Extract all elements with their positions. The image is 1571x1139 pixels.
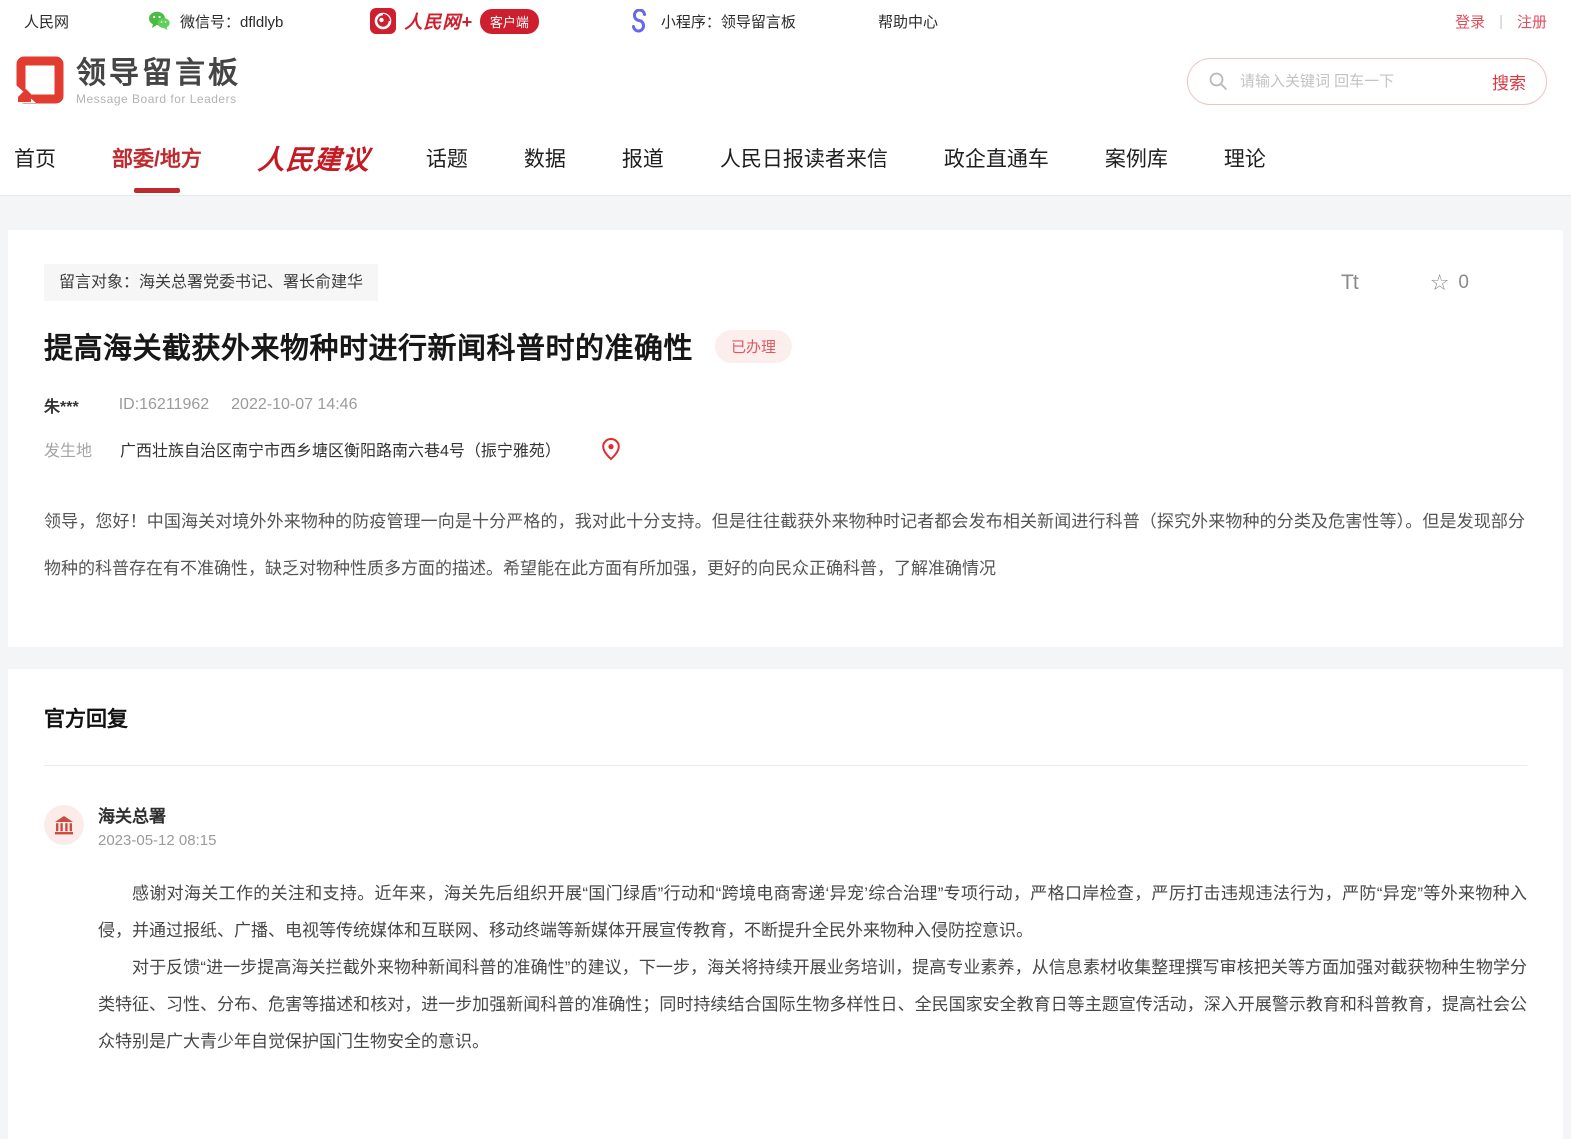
login-link[interactable]: 登录 [1455, 11, 1485, 32]
message-target-tag: 留言对象：海关总署党委书记、署长俞建华 [44, 264, 378, 301]
star-icon: ☆ [1430, 272, 1450, 294]
auth-links: 登录 | 注册 [1455, 11, 1547, 32]
nav-item-reports[interactable]: 报道 [622, 137, 664, 179]
status-badge: 已办理 [715, 330, 792, 363]
nav-item-reader-letters[interactable]: 人民日报读者来信 [720, 137, 888, 179]
location-value: 广西壮族自治区南宁市西乡塘区衡阳路南六巷4号（振宁雅苑） [120, 437, 561, 461]
agency-avatar [44, 805, 84, 845]
message-title-row: 提高海关截获外来物种时进行新闻科普时的准确性 已办理 [44, 325, 1525, 367]
message-datetime: 2022-10-07 14:46 [231, 396, 357, 414]
help-center-link[interactable]: 帮助中心 [878, 11, 938, 32]
search-icon [1208, 71, 1228, 91]
site-header: 领导留言板 Message Board for Leaders 搜索 [0, 42, 1571, 120]
search-input[interactable] [1240, 73, 1492, 90]
peoples-daily-link[interactable]: 人民网 [24, 11, 69, 32]
message-board-logo-icon [14, 56, 64, 106]
main-content: 留言对象：海关总署党委书记、署长俞建华 Tt ☆ 0 提高海关截获外来物种时进行… [0, 196, 1571, 1139]
message-card-head: 留言对象：海关总署党委书记、署长俞建华 Tt ☆ 0 [44, 264, 1525, 301]
government-building-icon [52, 813, 76, 837]
message-id: ID:16211962 [119, 396, 209, 414]
reply-agency-info: 海关总署 2023-05-12 08:15 [98, 802, 216, 849]
logo-text: 领导留言板 Message Board for Leaders [76, 57, 241, 106]
reply-item: 海关总署 2023-05-12 08:15 感谢对海关工作的关注和支持。近年来，… [44, 802, 1527, 1060]
app-client-badge: 客户端 [480, 9, 539, 34]
reply-divider [44, 765, 1527, 766]
wechat-account[interactable]: 微信号：dfldlyb [147, 9, 283, 33]
nav-item-case-library[interactable]: 案例库 [1105, 137, 1168, 179]
message-author: 朱*** [44, 393, 79, 417]
nav-item-data[interactable]: 数据 [524, 137, 566, 179]
nav-item-theory[interactable]: 理论 [1224, 137, 1266, 179]
miniprogram-entry[interactable]: 小程序：领导留言板 [627, 9, 796, 33]
map-pin-icon[interactable] [601, 438, 621, 460]
reply-datetime: 2023-05-12 08:15 [98, 832, 216, 849]
message-title: 提高海关截获外来物种时进行新闻科普时的准确性 [44, 325, 693, 367]
nav-item-peoples-suggestions[interactable]: 人民建议 [256, 132, 372, 183]
reply-paragraph: 对于反馈“进一步提高海关拦截外来物种新闻科普的准确性”的建议，下一步，海关将持续… [98, 949, 1527, 1060]
peoples-daily-app-icon [369, 7, 397, 35]
logo-subtitle: Message Board for Leaders [76, 92, 241, 106]
site-logo[interactable]: 领导留言板 Message Board for Leaders [14, 56, 241, 106]
reply-body: 感谢对海关工作的关注和支持。近年来，海关先后组织开展“国门绿盾”行动和“跨境电商… [44, 875, 1527, 1060]
official-reply-card: 官方回复 海关 [8, 669, 1563, 1139]
register-link[interactable]: 注册 [1517, 11, 1547, 32]
font-size-toggle[interactable]: Tt [1341, 271, 1358, 295]
favorite-control[interactable]: ☆ 0 [1430, 272, 1469, 294]
app-wordmark: 人民网+ [404, 8, 473, 34]
miniprogram-icon [627, 9, 651, 33]
message-body: 领导，您好！中国海关对境外外来物种的防疫管理一向是十分严格的，我对此十分支持。但… [44, 499, 1525, 593]
wechat-icon [147, 9, 171, 33]
message-card: 留言对象：海关总署党委书记、署长俞建华 Tt ☆ 0 提高海关截获外来物种时进行… [8, 230, 1563, 647]
reply-paragraph: 感谢对海关工作的关注和支持。近年来，海关先后组织开展“国门绿盾”行动和“跨境电商… [98, 875, 1527, 949]
peoples-daily-app[interactable]: 人民网+ 客户端 [369, 7, 539, 35]
search-box: 搜索 [1187, 58, 1547, 105]
miniprogram-label: 小程序：领导留言板 [661, 11, 796, 32]
nav-item-ministries-local[interactable]: 部委/地方 [112, 137, 202, 179]
location-label: 发生地 [44, 437, 92, 461]
logo-title: 领导留言板 [76, 57, 241, 90]
message-meta: 朱*** ID:16211962 2022-10-07 14:46 [44, 393, 1525, 417]
message-location-row: 发生地 广西壮族自治区南宁市西乡塘区衡阳路南六巷4号（振宁雅苑） [44, 437, 1525, 461]
nav-item-gov-business-express[interactable]: 政企直通车 [944, 137, 1049, 179]
reply-agency-row: 海关总署 2023-05-12 08:15 [44, 802, 1527, 849]
main-nav: 首页 部委/地方 人民建议 话题 数据 报道 人民日报读者来信 政企直通车 案例… [0, 120, 1571, 196]
message-tools: Tt ☆ 0 [1341, 271, 1469, 295]
search-button[interactable]: 搜索 [1492, 69, 1526, 94]
reply-section-title: 官方回复 [44, 703, 1527, 733]
top-utility-bar: 人民网 微信号：dfldlyb 人民网+ [0, 0, 1571, 42]
auth-divider: | [1499, 13, 1503, 30]
agency-name: 海关总署 [98, 802, 216, 827]
nav-item-topics[interactable]: 话题 [426, 137, 468, 179]
wechat-account-label: 微信号：dfldlyb [180, 11, 283, 32]
nav-item-home[interactable]: 首页 [14, 137, 56, 179]
star-count: 0 [1458, 272, 1469, 294]
